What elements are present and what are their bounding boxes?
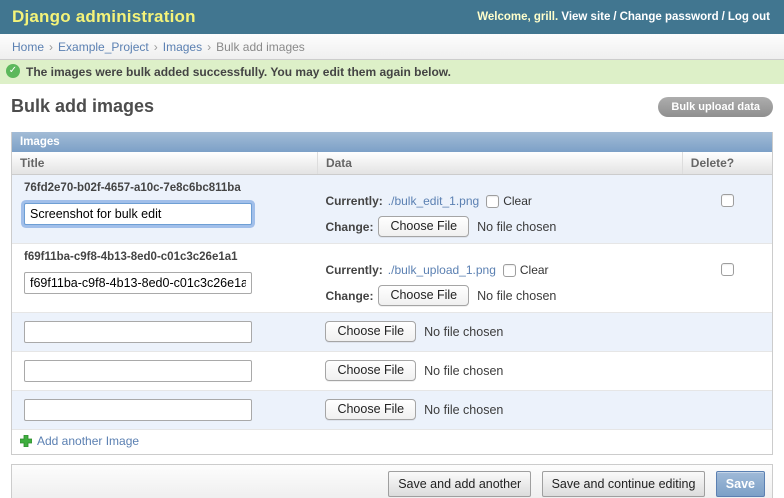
- currently-label: Currently:: [325, 194, 383, 208]
- currently-label: Currently:: [325, 263, 383, 277]
- clear-checkbox[interactable]: [502, 263, 516, 277]
- change-label: Change:: [325, 288, 374, 303]
- breadcrumb: Home › Example_Project › Images › Bulk a…: [0, 34, 784, 60]
- change-password-link[interactable]: Change password: [620, 11, 719, 23]
- add-another-image-link[interactable]: Add another Image: [20, 434, 139, 448]
- message-list: ✓ The images were bulk added successfull…: [0, 60, 784, 84]
- no-file-chosen-text: No file chosen: [477, 288, 557, 303]
- breadcrumb-home[interactable]: Home: [12, 40, 44, 54]
- table-row: Choose File No file chosen: [12, 312, 772, 352]
- clear-label: Clear: [519, 263, 549, 277]
- inline-group-title: Images: [12, 132, 772, 152]
- breadcrumb-current: Bulk add images: [216, 39, 305, 54]
- title-input[interactable]: [24, 272, 252, 294]
- choose-file-button[interactable]: Choose File: [378, 285, 470, 306]
- logout-link[interactable]: Log out: [728, 11, 770, 23]
- title-input[interactable]: [24, 399, 252, 421]
- clear-label: Clear: [503, 194, 532, 208]
- view-site-link[interactable]: View site: [561, 11, 610, 23]
- table-row: Choose File No file chosen: [12, 390, 772, 430]
- success-message: ✓ The images were bulk added successfull…: [0, 60, 784, 84]
- welcome-text: Welcome,: [477, 11, 534, 23]
- object-tools: Bulk upload data: [658, 94, 773, 117]
- clear-checkbox[interactable]: [486, 194, 500, 208]
- save-and-continue-editing-button[interactable]: Save and continue editing: [541, 471, 706, 497]
- title-input[interactable]: [24, 321, 252, 343]
- delete-checkbox[interactable]: [720, 194, 734, 207]
- user-tools: Welcome, grill. View site / Change passwor…: [477, 11, 770, 23]
- column-header-delete: Delete?: [681, 152, 772, 175]
- check-icon: ✓: [6, 64, 20, 78]
- delete-checkbox[interactable]: [720, 263, 734, 276]
- choose-file-button[interactable]: Choose File: [325, 399, 417, 420]
- username: grill: [533, 11, 555, 23]
- admin-header: Django administration Welcome, grill. Vi…: [0, 0, 784, 34]
- column-header-data: Data: [316, 152, 683, 175]
- current-file-link[interactable]: ./bulk_upload_1.png: [388, 263, 496, 277]
- site-title: Django administration: [12, 7, 196, 26]
- breadcrumb-images[interactable]: Images: [163, 40, 202, 54]
- table-row: Choose File No file chosen: [12, 351, 772, 391]
- save-and-add-another-button[interactable]: Save and add another: [388, 471, 532, 497]
- current-file-link[interactable]: ./bulk_edit_1.png: [388, 194, 479, 208]
- add-another-image-label: Add another Image: [37, 434, 140, 448]
- table-row: f69f11ba-c9f8-4b13-8ed0-c01c3c26e1a1 Cur…: [12, 243, 772, 313]
- bulk-upload-data-button[interactable]: Bulk upload data: [658, 97, 773, 117]
- table-row: 76fd2e70-b02f-4657-a10c-7e8c6bc811ba Cur…: [12, 174, 772, 244]
- no-file-chosen-text: No file chosen: [477, 219, 557, 234]
- column-header-title: Title: [12, 152, 318, 175]
- add-row: Add another Image: [12, 429, 772, 454]
- success-message-text: The images were bulk added successfully.…: [26, 65, 452, 79]
- page-title: Bulk add images: [11, 96, 155, 116]
- images-table: Title Data Delete? 76fd2e70-b02f-4657-a1…: [12, 152, 772, 454]
- object-label: 76fd2e70-b02f-4657-a10c-7e8c6bc811ba: [24, 182, 241, 194]
- choose-file-button[interactable]: Choose File: [325, 360, 417, 381]
- change-label: Change:: [325, 219, 374, 234]
- choose-file-button[interactable]: Choose File: [378, 216, 470, 237]
- choose-file-button[interactable]: Choose File: [325, 321, 417, 342]
- submit-row: Save and add another Save and continue e…: [11, 464, 773, 498]
- save-button[interactable]: Save: [715, 471, 765, 497]
- title-input[interactable]: [24, 360, 252, 382]
- object-label: f69f11ba-c9f8-4b13-8ed0-c01c3c26e1a1: [24, 251, 238, 263]
- breadcrumb-project[interactable]: Example_Project: [58, 40, 149, 54]
- plus-icon: [20, 435, 32, 447]
- no-file-chosen-text: No file chosen: [424, 324, 504, 339]
- title-input[interactable]: [24, 203, 252, 225]
- no-file-chosen-text: No file chosen: [424, 402, 504, 417]
- images-inline-group: Images Title Data Delete? 76fd2e70-b02f-…: [11, 132, 773, 455]
- no-file-chosen-text: No file chosen: [424, 363, 504, 378]
